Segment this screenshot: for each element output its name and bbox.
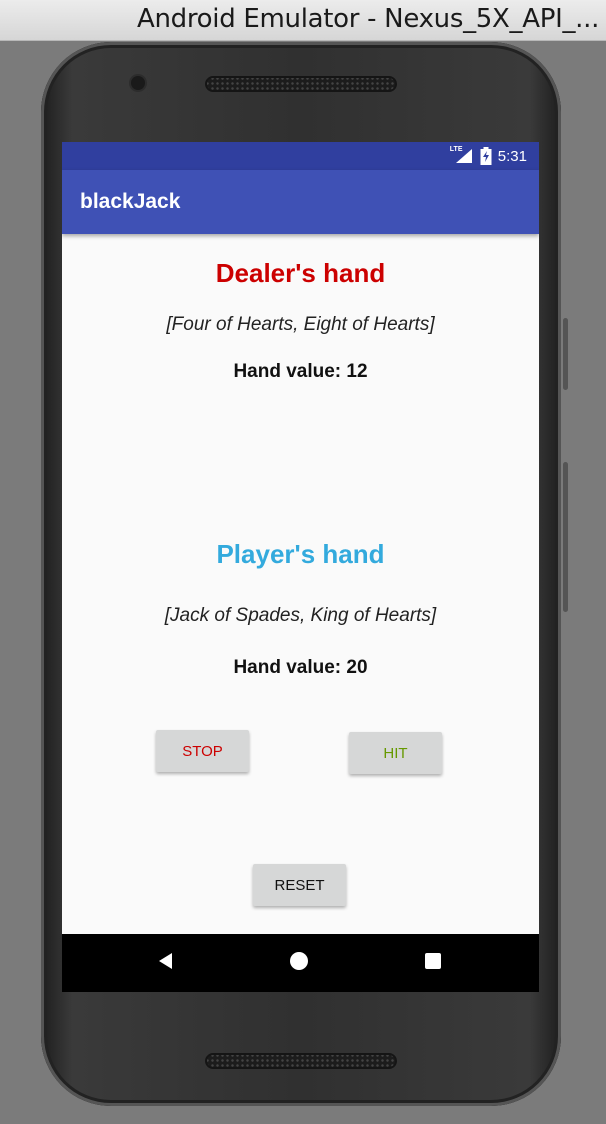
stop-button[interactable]: STOP (156, 730, 249, 772)
reset-button-label: RESET (274, 876, 325, 894)
window-title: Android Emulator - Nexus_5X_API_... (137, 4, 600, 34)
player-cards: [Jack of Spades, King of Hearts] (164, 605, 437, 626)
volume-button[interactable] (563, 462, 568, 612)
player-heading: Player's hand (216, 539, 385, 569)
dealer-cards: [Four of Hearts, Eight of Hearts] (166, 314, 435, 335)
hit-button[interactable]: HIT (349, 732, 442, 774)
power-button[interactable] (563, 318, 568, 390)
app-title: blackJack (80, 190, 181, 213)
nav-home-button[interactable] (269, 934, 329, 992)
network-type-label: LTE (449, 146, 463, 153)
nav-back-button[interactable] (136, 934, 196, 992)
bottom-speaker (205, 1053, 397, 1069)
dealer-heading: Dealer's hand (215, 258, 386, 288)
status-time: 5:31 (497, 147, 527, 165)
game-content: Dealer's hand [Four of Hearts, Eight of … (62, 234, 539, 934)
hit-button-label: HIT (383, 744, 408, 762)
device-screen: LTE 5:31 blackJack Dealer's hand [Four o… (62, 142, 539, 992)
battery-charging-icon (480, 147, 492, 165)
back-triangle-icon (157, 952, 175, 975)
home-circle-icon (289, 951, 309, 976)
navigation-bar (62, 934, 539, 992)
lte-signal-icon: LTE (449, 146, 474, 164)
nav-recents-button[interactable] (403, 934, 463, 992)
app-bar: blackJack (62, 170, 539, 234)
recents-square-icon (424, 952, 442, 975)
reset-button[interactable]: RESET (253, 864, 346, 906)
front-camera (131, 76, 145, 90)
stop-button-label: STOP (182, 742, 223, 760)
dealer-hand-value: Hand value: 12 (233, 361, 368, 382)
emulator-title-bar: Android Emulator - Nexus_5X_API_... (0, 0, 606, 41)
status-bar: LTE 5:31 (62, 142, 539, 170)
player-hand-value: Hand value: 20 (233, 657, 368, 678)
top-speaker (205, 76, 397, 92)
